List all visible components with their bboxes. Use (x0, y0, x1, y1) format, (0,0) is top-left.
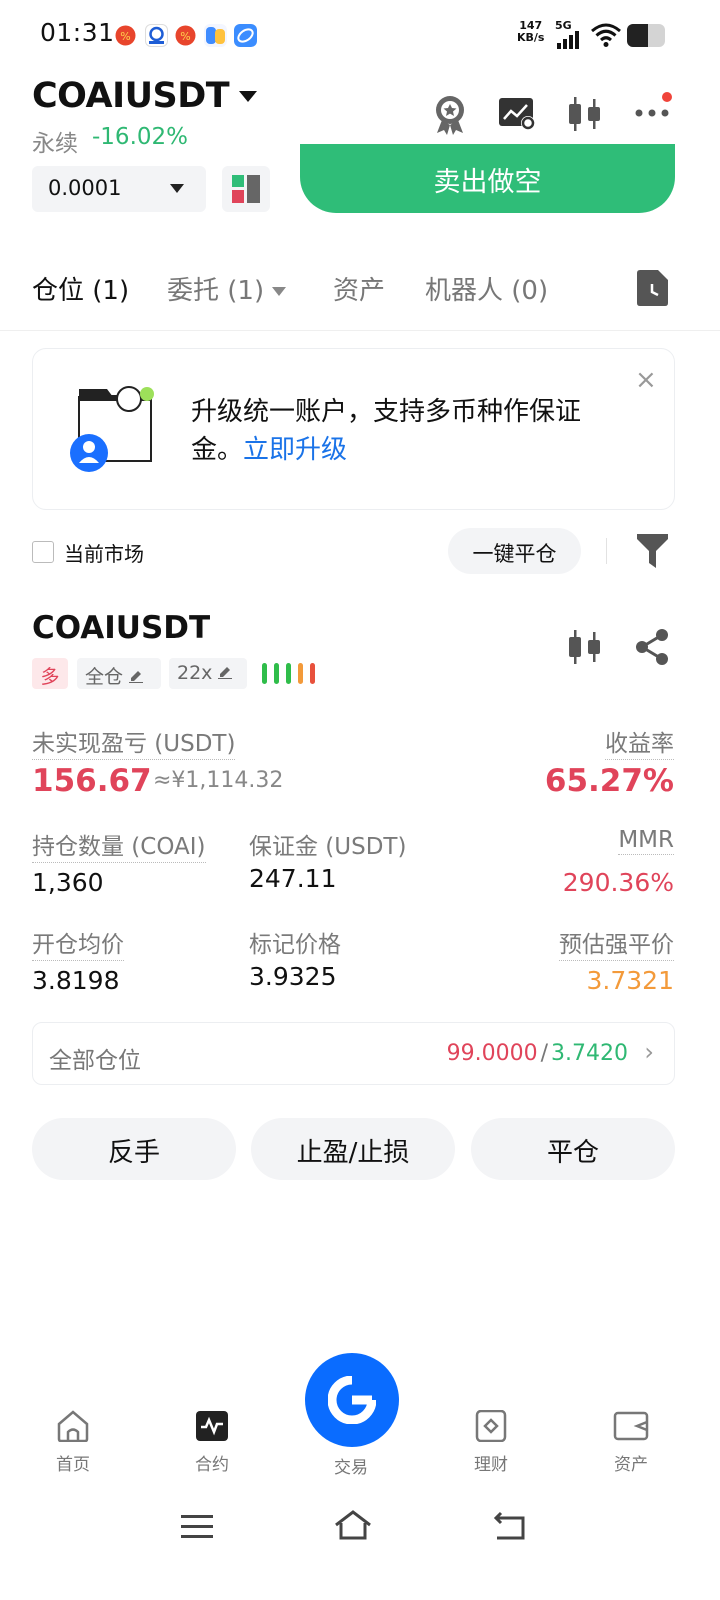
nav-home[interactable]: 首页 (33, 1410, 113, 1475)
layout-toggle-button[interactable] (222, 166, 270, 212)
chevron-down-icon[interactable] (239, 91, 258, 103)
chart-settings-icon[interactable] (498, 97, 536, 131)
tab-orders[interactable]: 委托 (1) (167, 270, 287, 307)
all-positions-tpsl-row[interactable]: 全部仓位 99.0000/3.7420 › (32, 1022, 675, 1085)
unified-account-icon (67, 385, 157, 475)
tab-positions[interactable]: 仓位 (1) (32, 270, 129, 307)
close-icon[interactable]: × (635, 365, 657, 395)
entry-price-value: 3.8198 (32, 966, 120, 995)
reverse-button[interactable]: 反手 (32, 1118, 236, 1180)
price-change: -16.02% (92, 124, 188, 150)
risk-level-icon (262, 663, 318, 684)
take-profit-value: 99.0000 (446, 1041, 538, 1066)
roe-value: 65.27% (544, 763, 674, 799)
mark-price-value: 3.9325 (249, 962, 337, 991)
quantity-selector[interactable]: 0.0001 (32, 166, 206, 212)
liq-price-label[interactable]: 预估强平价 (559, 925, 674, 961)
close-position-button[interactable]: 平仓 (471, 1118, 675, 1180)
quantity-value: 0.0001 (48, 176, 122, 200)
app-notification-icon: % (174, 24, 197, 47)
margin-value: 247.11 (249, 864, 337, 893)
unrealized-pnl-cny: ≈¥1,114.32 (153, 768, 284, 793)
sell-short-button[interactable]: 卖出做空 (300, 144, 675, 213)
chevron-right-icon: › (644, 1038, 654, 1066)
app-notification-icon (145, 24, 168, 47)
close-all-button[interactable]: 一键平仓 (448, 528, 581, 574)
status-time: 01:31 (40, 18, 115, 47)
margin-label[interactable]: 保证金 (USDT) (249, 827, 406, 862)
wifi-icon (591, 23, 621, 47)
position-symbol[interactable]: COAIUSDT (32, 610, 210, 646)
edit-icon (218, 665, 233, 679)
tab-assets[interactable]: 资产 (333, 270, 385, 307)
share-icon[interactable] (634, 628, 670, 666)
upgrade-banner[interactable]: 升级统一账户，支持多币种作保证金。立即升级 × (32, 348, 675, 510)
chevron-down-icon (170, 184, 184, 194)
tpsl-values: 99.0000/3.7420 (446, 1041, 628, 1066)
unrealized-pnl-label[interactable]: 未实现盈亏 (USDT) (32, 724, 236, 760)
upgrade-now-link[interactable]: 立即升级 (243, 435, 347, 465)
earn-icon (475, 1410, 507, 1442)
tp-sl-button[interactable]: 止盈/止损 (251, 1118, 455, 1180)
award-ribbon-icon[interactable] (429, 94, 471, 136)
orderbook-layout-icon (232, 175, 260, 203)
mmr-label[interactable]: MMR (618, 827, 674, 855)
nav-trade[interactable] (305, 1353, 399, 1447)
mark-price-label: 标记价格 (249, 932, 341, 958)
current-market-checkbox[interactable] (32, 541, 54, 563)
nav-trade-label[interactable]: 交易 (311, 1453, 391, 1478)
svg-text:%: % (180, 30, 190, 43)
more-icon[interactable] (634, 90, 674, 124)
candlestick-icon[interactable] (566, 628, 604, 666)
app-notification-icon (204, 24, 227, 47)
tab-divider (0, 330, 720, 331)
history-icon[interactable] (636, 270, 668, 306)
contract-type: 永续 (32, 131, 78, 157)
nav-futures[interactable]: 合约 (172, 1410, 252, 1475)
banner-message: 升级统一账户，支持多币种作保证金。立即升级 (191, 397, 582, 465)
nav-earn[interactable]: 理财 (451, 1410, 531, 1475)
home-icon (57, 1410, 89, 1442)
side-badge: 多 (32, 658, 68, 689)
signal-5g-icon: 5G (555, 20, 585, 49)
trade-logo-icon (328, 1376, 376, 1424)
back-icon[interactable] (493, 1511, 527, 1541)
menu-icon[interactable] (181, 1513, 213, 1541)
filter-icon[interactable] (637, 534, 668, 568)
wallet-icon (613, 1411, 649, 1441)
app-notification-icon (234, 24, 257, 47)
roe-label[interactable]: 收益率 (605, 724, 674, 760)
network-speed: 147 KB/s (517, 19, 545, 44)
current-market-label[interactable]: 当前市场 (64, 538, 144, 567)
system-home-icon[interactable] (334, 1509, 372, 1541)
pair-title[interactable]: COAIUSDT (32, 76, 258, 116)
leverage-badge[interactable]: 22x (169, 658, 247, 689)
app-notification-icon: % (114, 24, 137, 47)
tab-bots[interactable]: 机器人 (0) (425, 270, 548, 307)
unrealized-pnl-value: 156.67 (32, 763, 152, 799)
edit-icon (129, 669, 144, 683)
margin-mode-badge[interactable]: 全仓 (77, 658, 161, 689)
nav-assets[interactable]: 资产 (591, 1410, 671, 1475)
divider (606, 538, 607, 564)
svg-text:%: % (120, 30, 130, 43)
mmr-value: 290.36% (562, 868, 674, 897)
position-size-label[interactable]: 持仓数量 (COAI) (32, 827, 206, 863)
stop-loss-value: 3.7420 (551, 1041, 628, 1066)
liq-price-value: 3.7321 (586, 966, 674, 995)
candlestick-icon[interactable] (566, 95, 604, 133)
position-size-value: 1,360 (32, 868, 104, 897)
futures-icon (196, 1411, 228, 1441)
chevron-down-icon (272, 286, 287, 297)
all-positions-label: 全部仓位 (49, 1048, 141, 1074)
battery-icon (627, 24, 665, 47)
entry-price-label[interactable]: 开仓均价 (32, 925, 124, 961)
